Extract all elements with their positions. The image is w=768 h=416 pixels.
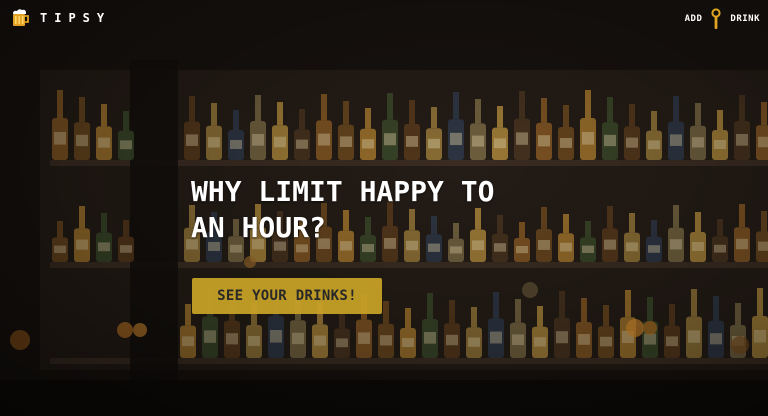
tap-handle-icon bbox=[711, 8, 722, 29]
add-drink-label-drink: DRINK bbox=[730, 14, 760, 24]
hero-headline-line-1: WHY LIMIT HAPPY TO bbox=[191, 175, 495, 208]
beer-mug-icon bbox=[13, 9, 29, 26]
see-your-drinks-button[interactable]: SEE YOUR DRINKS! bbox=[192, 278, 382, 314]
hero-headline: WHY LIMIT HAPPY TO AN HOUR? bbox=[191, 174, 571, 246]
add-drink-link[interactable]: ADD DRINK bbox=[685, 8, 760, 30]
hero-headline-line-2: AN HOUR? bbox=[191, 211, 326, 244]
brand-logo-link[interactable]: TIPSY bbox=[10, 8, 111, 28]
brand-name: TIPSY bbox=[40, 11, 112, 25]
top-nav: TIPSY ADD DRINK bbox=[0, 0, 768, 36]
add-drink-label-add: ADD bbox=[684, 14, 703, 24]
